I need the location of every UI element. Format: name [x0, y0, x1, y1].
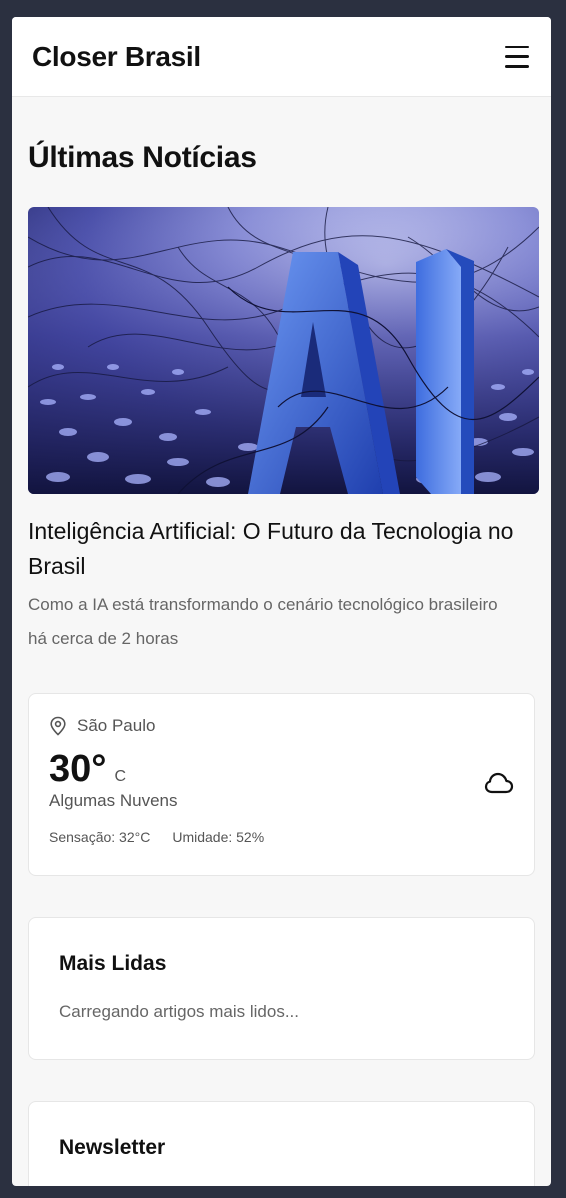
menu-icon-line: [505, 45, 529, 48]
weather-widget: São Paulo 30° C Algumas Nuvens Sensação:…: [28, 693, 535, 876]
feels-like: Sensação: 32°C: [49, 829, 151, 845]
humidity: Umidade: 52%: [172, 829, 265, 845]
temperature-row: 30° C: [49, 748, 514, 791]
most-read-loading: Carregando artigos mais lidos...: [59, 1002, 300, 1021]
weather-location: São Paulo: [49, 716, 514, 736]
article-title[interactable]: Inteligência Artificial: O Futuro da Tec…: [28, 514, 535, 584]
newsletter-section: Newsletter: [28, 1101, 535, 1186]
cloud-icon: [484, 772, 514, 794]
most-read-title: Mais Lidas: [59, 952, 167, 975]
map-pin-icon: [50, 716, 66, 736]
most-read-section: Mais Lidas Carregando artigos mais lidos…: [28, 917, 535, 1060]
main-content: Últimas Notícias Inteligência Artificial…: [12, 141, 551, 1186]
article-timestamp: há cerca de 2 horas: [28, 629, 179, 648]
section-title: Últimas Notícias: [28, 141, 257, 174]
ai-illustration: [28, 207, 539, 494]
weather-location-label: São Paulo: [77, 716, 156, 735]
menu-icon-line: [505, 55, 529, 58]
app-frame: Closer Brasil Últimas Notícias Inteligên…: [12, 17, 551, 1186]
menu-icon-line: [505, 65, 529, 68]
site-brand[interactable]: Closer Brasil: [32, 41, 201, 73]
weather-meta: Sensação: 32°C Umidade: 52%: [49, 829, 514, 845]
temperature-unit: C: [114, 768, 127, 785]
site-header: Closer Brasil: [12, 17, 551, 97]
article-description: Como a IA está transformando o cenário t…: [28, 595, 498, 614]
featured-image[interactable]: [28, 207, 539, 494]
newsletter-title: Newsletter: [59, 1136, 166, 1159]
weather-condition: Algumas Nuvens: [49, 791, 178, 810]
menu-icon[interactable]: [505, 45, 531, 68]
temperature-value: 30°: [49, 748, 107, 790]
